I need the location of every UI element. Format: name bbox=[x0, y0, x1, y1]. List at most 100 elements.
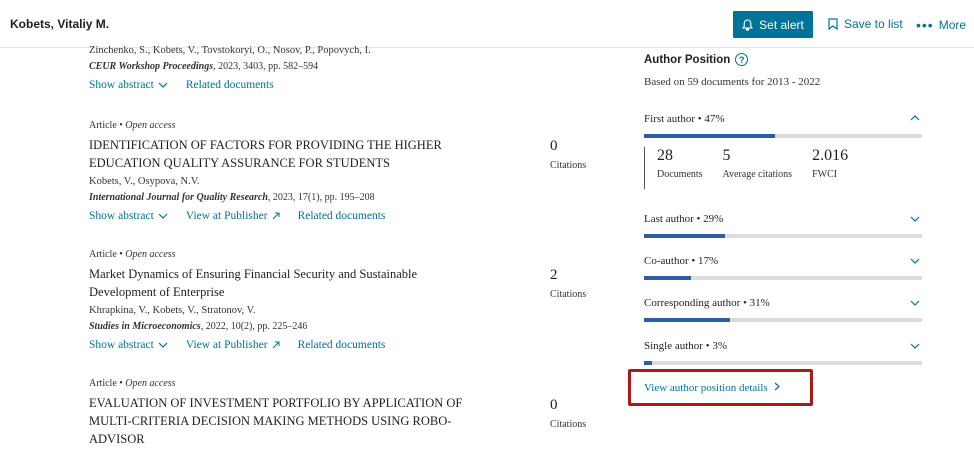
chevron-down-icon bbox=[158, 342, 168, 348]
doc-access: Open access bbox=[125, 120, 176, 131]
view-at-publisher-link[interactable]: View at Publisher bbox=[186, 210, 280, 222]
author-position-title-text: Author Position bbox=[644, 53, 731, 66]
author-name: Kobets, Vitaliy M. bbox=[10, 17, 110, 31]
chevron-right-icon bbox=[775, 382, 781, 391]
author-position-row-corresponding[interactable]: Corresponding author • 31% bbox=[644, 297, 922, 309]
author-position-row-co[interactable]: Co-author • 17% bbox=[644, 255, 922, 267]
doc-links: Show abstract View at Publisher Related … bbox=[89, 210, 469, 222]
bookmark-icon bbox=[828, 18, 838, 30]
author-position-header: Author Position ? Based on 59 documents … bbox=[644, 53, 922, 88]
help-icon[interactable]: ? bbox=[735, 53, 749, 66]
stat-label: FWCI bbox=[812, 169, 838, 180]
doc-type: Article bbox=[89, 120, 117, 131]
progress-track bbox=[644, 361, 922, 365]
details-link-label: View author position details bbox=[644, 382, 768, 394]
doc-authors: Kobets, V., Osypova, N.V. bbox=[89, 176, 200, 187]
view-at-publisher-label: View at Publisher bbox=[185, 210, 268, 222]
row-label: Last author bbox=[644, 213, 694, 225]
doc-meta: Article • Open access bbox=[89, 378, 176, 389]
doc-links: Show abstract Related documents bbox=[89, 79, 469, 91]
view-author-position-details-link[interactable]: View author position details bbox=[644, 382, 781, 394]
related-documents-link[interactable]: Related documents bbox=[186, 79, 274, 91]
row-label: Single author bbox=[644, 340, 703, 352]
chevron-down-icon bbox=[158, 213, 168, 219]
save-to-list-button[interactable]: Save to list bbox=[828, 17, 903, 31]
chevron-down-icon bbox=[158, 82, 168, 88]
doc-access: Open access bbox=[125, 249, 176, 260]
doc-type: Article bbox=[89, 378, 117, 389]
author-position-row-last[interactable]: Last author • 29% bbox=[644, 213, 922, 225]
document-item: Article • Open access IDENTIFICATION OF … bbox=[89, 120, 469, 222]
stat-value: 2.016 bbox=[812, 147, 849, 164]
doc-source-detail: , 2023, 3403, pp. 582–594 bbox=[213, 61, 319, 72]
set-alert-button[interactable]: Set alert bbox=[733, 11, 813, 38]
doc-title-link[interactable]: Market Dynamics of Ensuring Financial Se… bbox=[89, 265, 469, 301]
show-abstract-link[interactable]: Show abstract bbox=[89, 79, 168, 91]
chevron-down-icon bbox=[910, 216, 920, 222]
stat-fwci: 2.016 FWCI bbox=[812, 147, 848, 189]
author-position-row-single[interactable]: Single author • 3% bbox=[644, 340, 922, 352]
row-percent: 3% bbox=[712, 340, 727, 352]
show-abstract-link[interactable]: Show abstract bbox=[89, 339, 168, 351]
citation-number: 2 bbox=[550, 267, 558, 283]
row-percent: 29% bbox=[703, 213, 724, 225]
doc-source-name: CEUR Workshop Proceedings bbox=[89, 61, 214, 72]
progress-track bbox=[644, 318, 922, 322]
stat-value: 5 bbox=[722, 147, 731, 164]
citation-number: 0 bbox=[550, 138, 558, 154]
progress-track bbox=[644, 276, 922, 280]
document-item: Article • Open access Market Dynamics of… bbox=[89, 249, 469, 351]
show-abstract-label: Show abstract bbox=[89, 339, 154, 351]
citation-count[interactable]: 0 Citations bbox=[550, 397, 586, 430]
doc-source: Studies in Microeconomics, 2022, 10(2), … bbox=[89, 321, 469, 332]
related-documents-link[interactable]: Related documents bbox=[298, 339, 386, 351]
document-item: Article • Open access EVALUATION OF INVE… bbox=[89, 378, 469, 448]
author-position-title: Author Position ? bbox=[644, 53, 922, 66]
progress-track bbox=[644, 234, 922, 238]
progress-fill bbox=[644, 134, 775, 138]
citation-number: 0 bbox=[550, 397, 558, 413]
stat-documents: 28 Documents bbox=[657, 147, 703, 189]
row-label: Co-author bbox=[644, 255, 689, 267]
author-position-row-first[interactable]: First author • 47% bbox=[644, 113, 922, 125]
citation-label: Citations bbox=[550, 160, 587, 171]
doc-authors: Zinchenko, S., Kobets, V., Tovstokoryi, … bbox=[89, 45, 371, 56]
progress-track bbox=[644, 134, 922, 138]
chevron-down-icon bbox=[910, 258, 920, 264]
save-to-list-label: Save to list bbox=[844, 17, 903, 31]
show-abstract-label: Show abstract bbox=[89, 210, 154, 222]
more-button[interactable]: ••• More bbox=[916, 17, 966, 33]
external-link-icon bbox=[272, 341, 280, 349]
doc-title-link[interactable]: EVALUATION OF INVESTMENT PORTFOLIO BY AP… bbox=[89, 394, 469, 448]
stat-value: 28 bbox=[657, 147, 673, 164]
doc-title-link[interactable]: IDENTIFICATION OF FACTORS FOR PROVIDING … bbox=[89, 136, 469, 172]
row-percent: 17% bbox=[697, 255, 719, 267]
chevron-down-icon bbox=[910, 343, 920, 349]
related-documents-link[interactable]: Related documents bbox=[298, 210, 386, 222]
author-position-subtitle: Based on 59 documents for 2013 - 2022 bbox=[644, 76, 821, 88]
row-label: First author bbox=[644, 113, 696, 125]
citation-label: Citations bbox=[550, 289, 587, 300]
progress-fill bbox=[644, 276, 692, 280]
citation-count[interactable]: 0 Citations bbox=[550, 138, 586, 171]
external-link-icon bbox=[272, 212, 280, 220]
doc-source-name: Studies in Microeconomics bbox=[89, 321, 201, 332]
progress-fill bbox=[644, 361, 653, 365]
row-percent: 31% bbox=[749, 297, 770, 309]
show-abstract-link[interactable]: Show abstract bbox=[89, 210, 168, 222]
chevron-down-icon bbox=[910, 300, 920, 306]
more-label: More bbox=[938, 18, 967, 32]
doc-type: Article bbox=[89, 249, 117, 260]
doc-authors: Khrapkina, V., Kobets, V., Stratonov, V. bbox=[89, 305, 256, 316]
view-at-publisher-link[interactable]: View at Publisher bbox=[186, 339, 280, 351]
citation-count[interactable]: 2 Citations bbox=[550, 267, 586, 300]
doc-access: Open access bbox=[125, 378, 176, 389]
view-at-publisher-label: View at Publisher bbox=[185, 339, 268, 351]
more-dots-icon: ••• bbox=[916, 17, 934, 33]
citation-label: Citations bbox=[550, 419, 587, 430]
first-author-stats: 28 Documents 5 Average citations 2.016 FWCI bbox=[644, 147, 868, 189]
stat-average-citations: 5 Average citations bbox=[723, 147, 793, 189]
chevron-up-icon bbox=[910, 115, 920, 121]
doc-source-detail: , 2023, 17(1), pp. 195–208 bbox=[267, 192, 375, 203]
doc-source-name: International Journal for Quality Resear… bbox=[89, 192, 268, 203]
